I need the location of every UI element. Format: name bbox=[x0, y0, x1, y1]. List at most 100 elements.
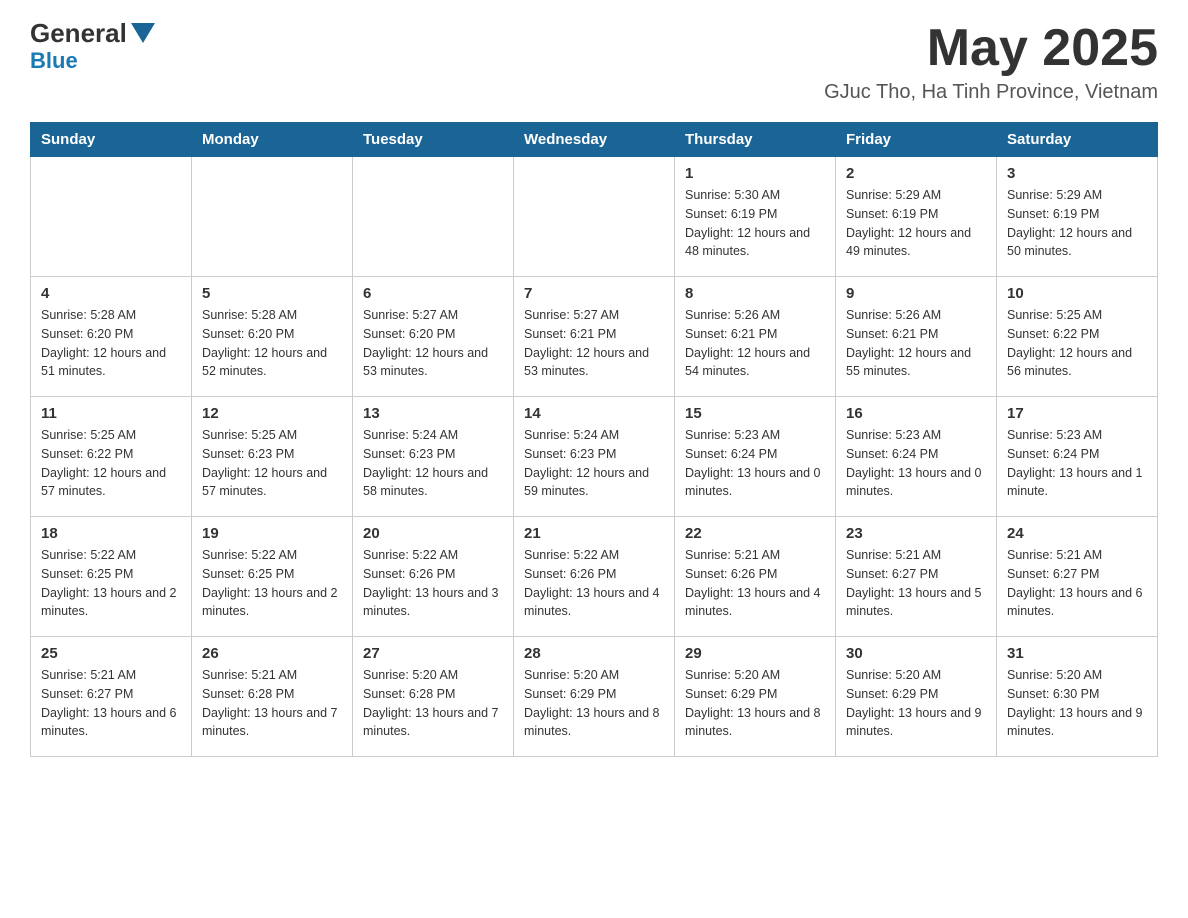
calendar-cell: 12 Sunrise: 5:25 AMSunset: 6:23 PMDayligh… bbox=[192, 397, 353, 517]
calendar-cell: 27 Sunrise: 5:20 AMSunset: 6:28 PMDayligh… bbox=[353, 637, 514, 757]
calendar-cell: 15 Sunrise: 5:23 AMSunset: 6:24 PMDayligh… bbox=[675, 397, 836, 517]
calendar-cell: 4 Sunrise: 5:28 AMSunset: 6:20 PMDaylight… bbox=[31, 277, 192, 397]
calendar-header-monday: Monday bbox=[192, 123, 353, 157]
month-year-title: May 2025 bbox=[824, 20, 1158, 77]
calendar-cell: 11 Sunrise: 5:25 AMSunset: 6:22 PMDayligh… bbox=[31, 397, 192, 517]
calendar-cell bbox=[514, 157, 675, 277]
calendar-cell: 1Sunrise: 5:30 AMSunset: 6:19 PMDaylight… bbox=[675, 157, 836, 277]
day-number: 24 bbox=[1007, 525, 1147, 542]
day-number: 28 bbox=[524, 645, 664, 662]
week-row-4: 18 Sunrise: 5:22 AMSunset: 6:25 PMDayligh… bbox=[31, 517, 1158, 637]
day-number: 18 bbox=[41, 525, 181, 542]
calendar-cell: 26Sunrise: 5:21 AMSunset: 6:28 PMDayligh… bbox=[192, 637, 353, 757]
calendar-header-row: SundayMondayTuesdayWednesdayThursdayFrid… bbox=[31, 123, 1158, 157]
logo-triangle-icon bbox=[131, 23, 155, 43]
calendar-cell: 14 Sunrise: 5:24 AMSunset: 6:23 PMDayligh… bbox=[514, 397, 675, 517]
sun-info: Sunrise: 5:21 AMSunset: 6:28 PMDaylight:… bbox=[202, 666, 342, 741]
sun-info: Sunrise: 5:21 AMSunset: 6:27 PMDaylight:… bbox=[1007, 546, 1147, 621]
calendar-cell bbox=[31, 157, 192, 277]
calendar-cell: 5 Sunrise: 5:28 AMSunset: 6:20 PMDaylight… bbox=[192, 277, 353, 397]
title-block: May 2025 GJuc Tho, Ha Tinh Province, Vie… bbox=[824, 20, 1158, 104]
calendar-cell: 9Sunrise: 5:26 AMSunset: 6:21 PMDaylight… bbox=[836, 277, 997, 397]
calendar-cell bbox=[192, 157, 353, 277]
page-header: General Blue May 2025 GJuc Tho, Ha Tinh … bbox=[30, 20, 1158, 104]
sun-info: Sunrise: 5:20 AMSunset: 6:29 PMDaylight:… bbox=[685, 666, 825, 741]
day-number: 4 bbox=[41, 285, 181, 302]
day-number: 11 bbox=[41, 405, 181, 422]
sun-info: Sunrise: 5:23 AMSunset: 6:24 PMDaylight:… bbox=[685, 426, 825, 501]
day-number: 31 bbox=[1007, 645, 1147, 662]
day-number: 6 bbox=[363, 285, 503, 302]
week-row-1: 1Sunrise: 5:30 AMSunset: 6:19 PMDaylight… bbox=[31, 157, 1158, 277]
day-number: 10 bbox=[1007, 285, 1147, 302]
calendar-cell: 2 Sunrise: 5:29 AMSunset: 6:19 PMDaylight… bbox=[836, 157, 997, 277]
sun-info: Sunrise: 5:26 AMSunset: 6:21 PMDaylight:… bbox=[685, 306, 825, 381]
day-number: 3 bbox=[1007, 165, 1147, 182]
sun-info: Sunrise: 5:20 AMSunset: 6:28 PMDaylight:… bbox=[363, 666, 503, 741]
sun-info: Sunrise: 5:28 AMSunset: 6:20 PMDaylight:… bbox=[41, 306, 181, 381]
day-number: 27 bbox=[363, 645, 503, 662]
day-number: 20 bbox=[363, 525, 503, 542]
week-row-3: 11 Sunrise: 5:25 AMSunset: 6:22 PMDayligh… bbox=[31, 397, 1158, 517]
sun-info: Sunrise: 5:20 AMSunset: 6:29 PMDaylight:… bbox=[846, 666, 986, 741]
calendar-cell: 28 Sunrise: 5:20 AMSunset: 6:29 PMDayligh… bbox=[514, 637, 675, 757]
calendar-cell: 16Sunrise: 5:23 AMSunset: 6:24 PMDayligh… bbox=[836, 397, 997, 517]
day-number: 17 bbox=[1007, 405, 1147, 422]
day-number: 5 bbox=[202, 285, 342, 302]
sun-info: Sunrise: 5:21 AMSunset: 6:27 PMDaylight:… bbox=[41, 666, 181, 741]
sun-info: Sunrise: 5:29 AMSunset: 6:19 PMDaylight:… bbox=[1007, 186, 1147, 261]
week-row-2: 4 Sunrise: 5:28 AMSunset: 6:20 PMDaylight… bbox=[31, 277, 1158, 397]
sun-info: Sunrise: 5:24 AMSunset: 6:23 PMDaylight:… bbox=[363, 426, 503, 501]
sun-info: Sunrise: 5:22 AMSunset: 6:26 PMDaylight:… bbox=[524, 546, 664, 621]
calendar-table: SundayMondayTuesdayWednesdayThursdayFrid… bbox=[30, 122, 1158, 757]
sun-info: Sunrise: 5:28 AMSunset: 6:20 PMDaylight:… bbox=[202, 306, 342, 381]
day-number: 7 bbox=[524, 285, 664, 302]
day-number: 16 bbox=[846, 405, 986, 422]
calendar-cell: 3 Sunrise: 5:29 AMSunset: 6:19 PMDaylight… bbox=[997, 157, 1158, 277]
calendar-header-wednesday: Wednesday bbox=[514, 123, 675, 157]
location-subtitle: GJuc Tho, Ha Tinh Province, Vietnam bbox=[824, 81, 1158, 104]
calendar-header-saturday: Saturday bbox=[997, 123, 1158, 157]
sun-info: Sunrise: 5:20 AMSunset: 6:29 PMDaylight:… bbox=[524, 666, 664, 741]
sun-info: Sunrise: 5:27 AMSunset: 6:20 PMDaylight:… bbox=[363, 306, 503, 381]
logo: General Blue bbox=[30, 20, 155, 74]
day-number: 2 bbox=[846, 165, 986, 182]
day-number: 14 bbox=[524, 405, 664, 422]
calendar-cell: 18 Sunrise: 5:22 AMSunset: 6:25 PMDayligh… bbox=[31, 517, 192, 637]
logo-blue-text: Blue bbox=[30, 48, 78, 74]
sun-info: Sunrise: 5:22 AMSunset: 6:26 PMDaylight:… bbox=[363, 546, 503, 621]
calendar-cell: 6 Sunrise: 5:27 AMSunset: 6:20 PMDaylight… bbox=[353, 277, 514, 397]
sun-info: Sunrise: 5:22 AMSunset: 6:25 PMDaylight:… bbox=[41, 546, 181, 621]
calendar-cell: 13 Sunrise: 5:24 AMSunset: 6:23 PMDayligh… bbox=[353, 397, 514, 517]
day-number: 13 bbox=[363, 405, 503, 422]
sun-info: Sunrise: 5:29 AMSunset: 6:19 PMDaylight:… bbox=[846, 186, 986, 261]
calendar-cell: 30 Sunrise: 5:20 AMSunset: 6:29 PMDayligh… bbox=[836, 637, 997, 757]
sun-info: Sunrise: 5:22 AMSunset: 6:25 PMDaylight:… bbox=[202, 546, 342, 621]
sun-info: Sunrise: 5:24 AMSunset: 6:23 PMDaylight:… bbox=[524, 426, 664, 501]
calendar-cell: 31Sunrise: 5:20 AMSunset: 6:30 PMDayligh… bbox=[997, 637, 1158, 757]
sun-info: Sunrise: 5:27 AMSunset: 6:21 PMDaylight:… bbox=[524, 306, 664, 381]
calendar-header-friday: Friday bbox=[836, 123, 997, 157]
sun-info: Sunrise: 5:25 AMSunset: 6:22 PMDaylight:… bbox=[41, 426, 181, 501]
day-number: 15 bbox=[685, 405, 825, 422]
sun-info: Sunrise: 5:30 AMSunset: 6:19 PMDaylight:… bbox=[685, 186, 825, 261]
day-number: 21 bbox=[524, 525, 664, 542]
sun-info: Sunrise: 5:21 AMSunset: 6:27 PMDaylight:… bbox=[846, 546, 986, 621]
calendar-cell: 29 Sunrise: 5:20 AMSunset: 6:29 PMDayligh… bbox=[675, 637, 836, 757]
calendar-cell bbox=[353, 157, 514, 277]
calendar-cell: 23Sunrise: 5:21 AMSunset: 6:27 PMDayligh… bbox=[836, 517, 997, 637]
day-number: 25 bbox=[41, 645, 181, 662]
calendar-cell: 22Sunrise: 5:21 AMSunset: 6:26 PMDayligh… bbox=[675, 517, 836, 637]
sun-info: Sunrise: 5:21 AMSunset: 6:26 PMDaylight:… bbox=[685, 546, 825, 621]
day-number: 29 bbox=[685, 645, 825, 662]
sun-info: Sunrise: 5:25 AMSunset: 6:23 PMDaylight:… bbox=[202, 426, 342, 501]
sun-info: Sunrise: 5:26 AMSunset: 6:21 PMDaylight:… bbox=[846, 306, 986, 381]
day-number: 30 bbox=[846, 645, 986, 662]
sun-info: Sunrise: 5:25 AMSunset: 6:22 PMDaylight:… bbox=[1007, 306, 1147, 381]
calendar-cell: 21 Sunrise: 5:22 AMSunset: 6:26 PMDayligh… bbox=[514, 517, 675, 637]
calendar-cell: 25 Sunrise: 5:21 AMSunset: 6:27 PMDayligh… bbox=[31, 637, 192, 757]
sun-info: Sunrise: 5:23 AMSunset: 6:24 PMDaylight:… bbox=[1007, 426, 1147, 501]
day-number: 12 bbox=[202, 405, 342, 422]
calendar-cell: 19Sunrise: 5:22 AMSunset: 6:25 PMDayligh… bbox=[192, 517, 353, 637]
logo-general-text: General bbox=[30, 20, 127, 46]
